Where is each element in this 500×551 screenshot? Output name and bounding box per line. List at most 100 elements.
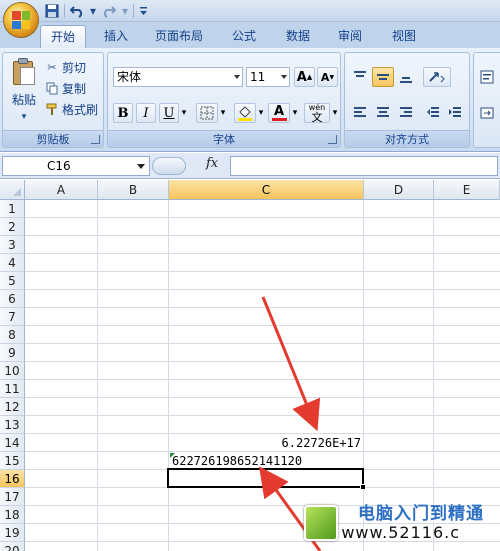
format-painter-button[interactable]: 格式刷 — [45, 99, 98, 119]
name-box[interactable]: C16 — [2, 156, 150, 176]
wrap-text-button[interactable] — [476, 67, 498, 87]
underline-dropdown-icon[interactable]: ▾ — [179, 103, 189, 123]
phonetic-dropdown-icon[interactable]: ▾ — [330, 103, 340, 123]
font-launcher-icon[interactable] — [328, 135, 337, 144]
align-right-button[interactable] — [395, 103, 417, 123]
scissors-icon: ✂ — [47, 60, 57, 74]
align-top-button[interactable] — [349, 67, 371, 87]
align-center-icon — [377, 107, 389, 117]
format-painter-label: 格式刷 — [62, 102, 99, 117]
office-button[interactable] — [3, 2, 39, 38]
office-logo-icon — [12, 11, 30, 29]
redo-icon[interactable] — [101, 3, 117, 19]
grow-font-button[interactable]: A ▲ — [294, 67, 315, 87]
increase-indent-button[interactable] — [445, 103, 465, 123]
chevron-down-icon[interactable] — [137, 164, 145, 169]
annotation-arrows — [258, 296, 322, 551]
copy-label: 复制 — [62, 81, 87, 96]
tab-insert[interactable]: 插入 — [96, 25, 136, 48]
paste-label: 粘贴 — [11, 93, 36, 107]
phonetic-button[interactable]: wén 文 — [304, 103, 330, 123]
borders-button[interactable] — [196, 103, 218, 123]
cut-button[interactable]: ✂ 剪切 — [45, 57, 86, 77]
formula-bar: C16 fx — [0, 153, 500, 179]
worksheet-grid: A B C D E 1 2 3 4 5 6 7 8 9 10 11 12 13 14 15 16 17 18 19 2… — [0, 180, 500, 551]
font-size-select[interactable]: 11 — [246, 67, 290, 87]
redo-dropdown-icon[interactable]: ▾ — [121, 3, 129, 19]
align-bottom-icon — [400, 77, 412, 83]
font-group-label: 字体 — [108, 130, 340, 147]
bold-button[interactable]: B — [113, 103, 133, 123]
align-bottom-button[interactable] — [395, 67, 417, 87]
title-bar: ▾ ▾ — [0, 0, 500, 22]
undo-icon[interactable] — [69, 3, 85, 19]
name-box-value: C16 — [47, 159, 71, 173]
align-middle-button[interactable] — [372, 67, 394, 87]
paste-icon — [11, 57, 37, 87]
paint-bucket-icon — [238, 106, 252, 121]
font-color-dropdown-icon[interactable]: ▾ — [290, 103, 300, 123]
undo-dropdown-icon[interactable]: ▾ — [89, 3, 97, 19]
fill-color-button[interactable] — [234, 103, 256, 123]
underline-button[interactable]: U — [159, 103, 179, 123]
font-group: 宋体 11 A ▲ A ▼ B I U ▾ ▾ ▾ A ▾ wén 文 ▾ 字体 — [107, 52, 341, 148]
fill-color-dropdown-icon[interactable]: ▾ — [256, 103, 266, 123]
ribbon-tabs: 开始 插入 页面布局 公式 数据 审阅 视图 — [0, 22, 500, 48]
paintbrush-icon — [45, 102, 59, 116]
font-color-swatch — [271, 118, 287, 121]
formula-input[interactable] — [230, 156, 498, 176]
shrink-font-button[interactable]: A ▼ — [317, 67, 338, 87]
watermark: 电脑入门到精通 www.52116.c — [304, 499, 494, 547]
increase-indent-icon — [449, 107, 461, 117]
phonetic-char: 文 — [311, 110, 323, 124]
watermark-logo-icon — [304, 505, 338, 541]
paste-dropdown-icon[interactable]: ▾ — [22, 112, 27, 122]
formula-cancel-enter-area — [152, 157, 186, 175]
font-size-value: 11 — [250, 70, 266, 84]
align-left-button[interactable] — [349, 103, 371, 123]
font-name-select[interactable]: 宋体 — [113, 67, 243, 87]
copy-button[interactable]: 复制 — [45, 78, 86, 98]
clipboard-launcher-icon[interactable] — [91, 135, 100, 144]
borders-dropdown-icon[interactable]: ▾ — [218, 103, 228, 123]
formula-controls: fx — [150, 156, 230, 176]
clipboard-group-label: 剪贴板 — [3, 130, 103, 147]
borders-icon — [200, 106, 214, 120]
decrease-indent-button[interactable] — [423, 103, 443, 123]
alignment-group: 对齐方式 — [344, 52, 470, 148]
align-right-icon — [400, 107, 412, 117]
next-group-partial — [473, 52, 500, 148]
merge-cells-icon — [480, 107, 494, 119]
merge-cells-button[interactable] — [476, 103, 498, 123]
arrow-to-c14 — [261, 296, 321, 432]
tab-home[interactable]: 开始 — [40, 25, 86, 48]
copy-icon — [45, 81, 59, 95]
customize-icon[interactable] — [138, 3, 148, 19]
insert-function-button[interactable]: fx — [206, 156, 218, 171]
font-color-letter: A — [273, 104, 285, 119]
watermark-title: 电脑入门到精通 — [358, 504, 484, 524]
orientation-button[interactable] — [423, 67, 451, 87]
font-color-button[interactable]: A — [268, 103, 290, 123]
clipboard-group: 粘贴 ▾ ✂ 剪切 复制 格式刷 剪贴板 — [2, 52, 104, 148]
italic-button[interactable]: I — [136, 103, 156, 123]
orientation-icon — [429, 72, 445, 83]
font-name-value: 宋体 — [117, 70, 142, 84]
decrease-indent-icon — [427, 107, 439, 117]
align-center-button[interactable] — [372, 103, 394, 123]
quick-access-toolbar: ▾ ▾ — [44, 2, 148, 20]
chevron-down-icon — [281, 75, 287, 79]
tab-formulas[interactable]: 公式 — [224, 25, 264, 48]
tab-data[interactable]: 数据 — [278, 25, 318, 48]
paste-button[interactable]: 粘贴 ▾ — [7, 57, 41, 122]
tab-review[interactable]: 审阅 — [330, 25, 370, 48]
cut-label: 剪切 — [62, 60, 87, 75]
save-icon[interactable] — [44, 3, 60, 19]
chevron-down-icon — [234, 75, 240, 79]
alignment-group-label: 对齐方式 — [345, 130, 469, 147]
tab-page-layout[interactable]: 页面布局 — [148, 25, 210, 48]
tab-view[interactable]: 视图 — [384, 25, 424, 48]
align-middle-icon — [377, 74, 389, 80]
watermark-url: www.52116.c — [341, 523, 460, 542]
align-left-icon — [354, 107, 366, 117]
